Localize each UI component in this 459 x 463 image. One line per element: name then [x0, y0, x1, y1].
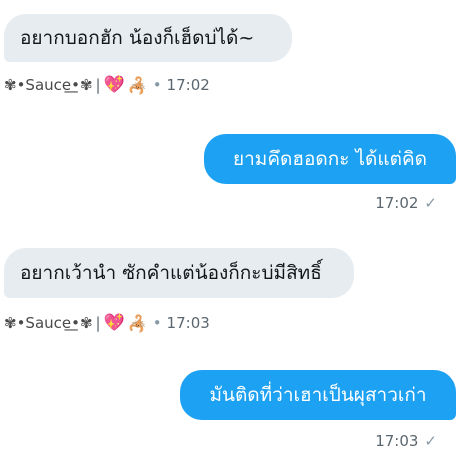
- sender-name: ✾•Sauce͟•✾: [4, 76, 93, 94]
- sender-bar: |: [95, 76, 101, 94]
- message-time: 17:02: [375, 194, 419, 212]
- meta-separator: •: [152, 314, 162, 332]
- sender-bar: |: [95, 314, 101, 332]
- message-text: มันติดที่ว่าเฮาเป็นผุสาวเก่า: [209, 384, 427, 406]
- check-icon: ✓: [424, 194, 437, 212]
- message-text: อยากเว้านำ ซักคำแต่น้องก็กะบ่มีสิทธิ์: [20, 262, 322, 284]
- meta-separator: •: [152, 76, 162, 94]
- message-meta: ✾•Sauce͟•✾ | 💖 🦂 • 17:03: [4, 313, 210, 333]
- scorpion-icon: 🦂: [127, 313, 148, 333]
- incoming-message-bubble[interactable]: อยากบอกฮัก น้องก็เฮ็ดบ่ได้~: [4, 14, 292, 62]
- incoming-message-bubble[interactable]: อยากเว้านำ ซักคำแต่น้องก็กะบ่มีสิทธิ์: [4, 248, 354, 298]
- scorpion-icon: 🦂: [127, 75, 148, 95]
- message-time: 17:03: [166, 314, 210, 332]
- heart-icon: 💖: [103, 75, 125, 95]
- heart-icon: 💖: [103, 313, 125, 333]
- message-meta: 17:02 ✓: [375, 194, 437, 212]
- sender-name: ✾•Sauce͟•✾: [4, 314, 93, 332]
- message-text: อยากบอกฮัก น้องก็เฮ็ดบ่ได้~: [20, 27, 255, 49]
- outgoing-message-bubble[interactable]: ยามคึดฮอดกะ ได้แต่คิด: [204, 134, 456, 184]
- message-meta: 17:03 ✓: [375, 432, 437, 450]
- outgoing-message-bubble[interactable]: มันติดที่ว่าเฮาเป็นผุสาวเก่า: [180, 370, 456, 420]
- check-icon: ✓: [424, 432, 437, 450]
- message-text: ยามคึดฮอดกะ ได้แต่คิด: [233, 148, 427, 170]
- message-time: 17:03: [375, 432, 419, 450]
- message-time: 17:02: [166, 76, 210, 94]
- message-meta: ✾•Sauce͟•✾ | 💖 🦂 • 17:02: [4, 75, 210, 95]
